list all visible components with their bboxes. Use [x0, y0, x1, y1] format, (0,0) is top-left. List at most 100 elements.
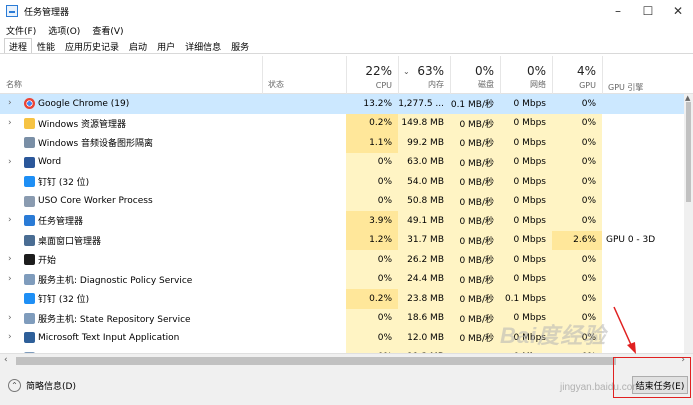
process-gpu-cell: 0%: [552, 152, 602, 172]
header-network-label: 网络: [530, 80, 546, 89]
process-status: [262, 289, 346, 309]
process-name: 开始: [38, 256, 57, 267]
process-name: 钉钉 (32 位): [38, 178, 90, 189]
header-gpu-engine[interactable]: GPU 引擎: [602, 56, 684, 94]
process-net-cell: 0 Mbps: [500, 133, 552, 153]
process-disk-cell: 0 MB/秒: [450, 113, 500, 133]
process-mem-cell: 18.6 MB: [398, 308, 450, 328]
tab-performance[interactable]: 性能: [32, 38, 60, 54]
header-gpu-engine-label: GPU 引擎: [608, 83, 644, 92]
process-cpu-cell: 13.2%: [346, 94, 398, 114]
process-net-cell: 0 Mbps: [500, 211, 552, 231]
column-header: 名称 状态 22% CPU ⌄ 63% 内存 0% 磁盘 0% 网络 4% GP…: [0, 56, 693, 94]
taskmgr-icon: [24, 215, 35, 226]
tab-users[interactable]: 用户: [152, 38, 180, 54]
process-gpu-engine-cell: [602, 250, 684, 270]
tab-services[interactable]: 服务: [226, 38, 254, 54]
audio-icon: [24, 137, 35, 148]
process-gpu-engine-cell: [602, 133, 684, 153]
menu-options[interactable]: 选项(O): [42, 24, 86, 37]
process-name: 服务主机: State Repository Service: [38, 314, 191, 325]
process-mem-cell: 12.0 MB: [398, 328, 450, 348]
process-row[interactable]: Windows 音频设备图形隔离 1.1% 99.2 MB 0 MB/秒 0 Mbps 0…: [0, 133, 684, 153]
process-net-cell: 0 Mbps: [500, 250, 552, 270]
dwm-icon: [24, 234, 35, 246]
expand-chevron-icon[interactable]: ›: [8, 274, 12, 284]
menu-file[interactable]: 文件(F): [0, 24, 42, 37]
process-mem-cell: 63.0 MB: [398, 152, 450, 172]
process-disk-cell: 0.1 MB/秒: [450, 94, 500, 114]
process-row[interactable]: USO Core Worker Process 0% 50.8 MB 0 MB/秒 0 …: [0, 191, 684, 211]
process-status: [262, 231, 346, 251]
chrome-icon: [24, 98, 35, 109]
process-gpu-cell: 0%: [552, 250, 602, 270]
process-row[interactable]: › Word 0% 63.0 MB 0 MB/秒 0 Mbps 0%: [0, 152, 684, 172]
process-cpu-cell: 0%: [346, 191, 398, 211]
scroll-up-icon[interactable]: ▲: [685, 94, 690, 102]
process-name: 钉钉 (32 位): [38, 295, 90, 306]
header-name-label: 名称: [6, 80, 22, 89]
process-cpu-cell: 1.1%: [346, 133, 398, 153]
maximize-button[interactable]: ☐: [633, 0, 663, 22]
vertical-scrollbar[interactable]: ▲: [684, 94, 693, 353]
textinput-icon: [24, 332, 35, 343]
expand-chevron-icon[interactable]: ›: [8, 157, 12, 167]
header-disk[interactable]: 0% 磁盘: [450, 56, 500, 94]
process-gpu-engine-cell: [602, 172, 684, 192]
scroll-left-icon[interactable]: ‹: [4, 355, 8, 365]
process-row[interactable]: › Windows 资源管理器 0.2% 149.8 MB 0 MB/秒 0 Mbps 0%: [0, 113, 684, 133]
header-cpu[interactable]: 22% CPU: [346, 56, 398, 94]
process-row[interactable]: 钉钉 (32 位) 0.2% 23.8 MB 0 MB/秒 0.1 Mbps 0%: [0, 289, 684, 309]
process-disk-cell: 0 MB/秒: [450, 269, 500, 289]
expand-chevron-icon[interactable]: ›: [8, 215, 12, 225]
expand-chevron-icon[interactable]: ›: [8, 332, 12, 342]
expand-chevron-icon[interactable]: ›: [8, 313, 12, 323]
process-gpu-engine-cell: [602, 94, 684, 114]
process-name: Windows 音频设备图形隔离: [38, 139, 154, 150]
process-name: 服务主机: Diagnostic Policy Service: [38, 275, 193, 286]
horizontal-scroll-thumb[interactable]: [16, 357, 616, 365]
tabs-divider: [0, 53, 693, 54]
header-status[interactable]: 状态: [262, 56, 346, 94]
header-memory[interactable]: ⌄ 63% 内存: [398, 56, 450, 94]
process-name: Microsoft Text Input Application: [38, 332, 180, 343]
menu-view[interactable]: 查看(V): [86, 24, 129, 37]
header-gpu-percent: 4%: [576, 64, 596, 78]
header-gpu-label: GPU: [579, 81, 596, 90]
header-network[interactable]: 0% 网络: [500, 56, 552, 94]
tab-details[interactable]: 详细信息: [180, 38, 226, 54]
process-status: [262, 250, 346, 270]
task-manager-icon: [6, 5, 18, 17]
expand-chevron-icon[interactable]: ›: [8, 98, 12, 108]
tab-processes[interactable]: 进程: [4, 38, 33, 54]
expand-chevron-icon[interactable]: ›: [8, 118, 12, 128]
tab-app-history[interactable]: 应用历史记录: [60, 38, 124, 54]
process-row[interactable]: › 服务主机: Diagnostic Policy Service 0% 24.4 M…: [0, 269, 684, 289]
horizontal-scrollbar[interactable]: ‹ ›: [0, 353, 693, 367]
process-row[interactable]: 桌面窗口管理器 1.2% 31.7 MB 0 MB/秒 0 Mbps 2.6% GPU 0 …: [0, 230, 684, 251]
process-disk-cell: 0 MB/秒: [450, 211, 500, 231]
process-name: 任务管理器: [38, 217, 84, 228]
expand-chevron-icon[interactable]: ›: [8, 254, 12, 264]
process-row[interactable]: › 开始 0% 26.2 MB 0 MB/秒 0 Mbps 0%: [0, 250, 684, 270]
process-row[interactable]: 钉钉 (32 位) 0% 54.0 MB 0 MB/秒 0 Mbps 0%: [0, 172, 684, 192]
tab-startup[interactable]: 启动: [124, 38, 152, 54]
process-name: 桌面窗口管理器: [38, 236, 102, 247]
process-status: [262, 133, 346, 153]
minimize-button[interactable]: –: [603, 0, 633, 22]
process-row[interactable]: › Google Chrome (19) 13.2% 1,277.5 ... 0.1 M…: [0, 94, 684, 114]
header-gpu[interactable]: 4% GPU: [552, 56, 602, 94]
header-name[interactable]: 名称: [0, 56, 262, 94]
process-cpu-cell: 0%: [346, 269, 398, 289]
process-gpu-cell: 0%: [552, 289, 602, 309]
process-row[interactable]: › 任务管理器 3.9% 49.1 MB 0 MB/秒 0 Mbps 0%: [0, 211, 684, 231]
close-button[interactable]: ✕: [663, 0, 693, 22]
process-gpu-cell: 0%: [552, 133, 602, 153]
chevron-up-circle-icon[interactable]: ⌃: [8, 379, 21, 392]
fewer-details-link[interactable]: 简略信息(D): [26, 379, 76, 392]
vertical-scroll-thumb[interactable]: [686, 102, 691, 202]
process-gpu-cell: 0%: [552, 269, 602, 289]
process-cpu-cell: 0.2%: [346, 289, 398, 309]
process-gpu-cell: 0%: [552, 172, 602, 192]
header-cpu-label: CPU: [375, 81, 392, 90]
